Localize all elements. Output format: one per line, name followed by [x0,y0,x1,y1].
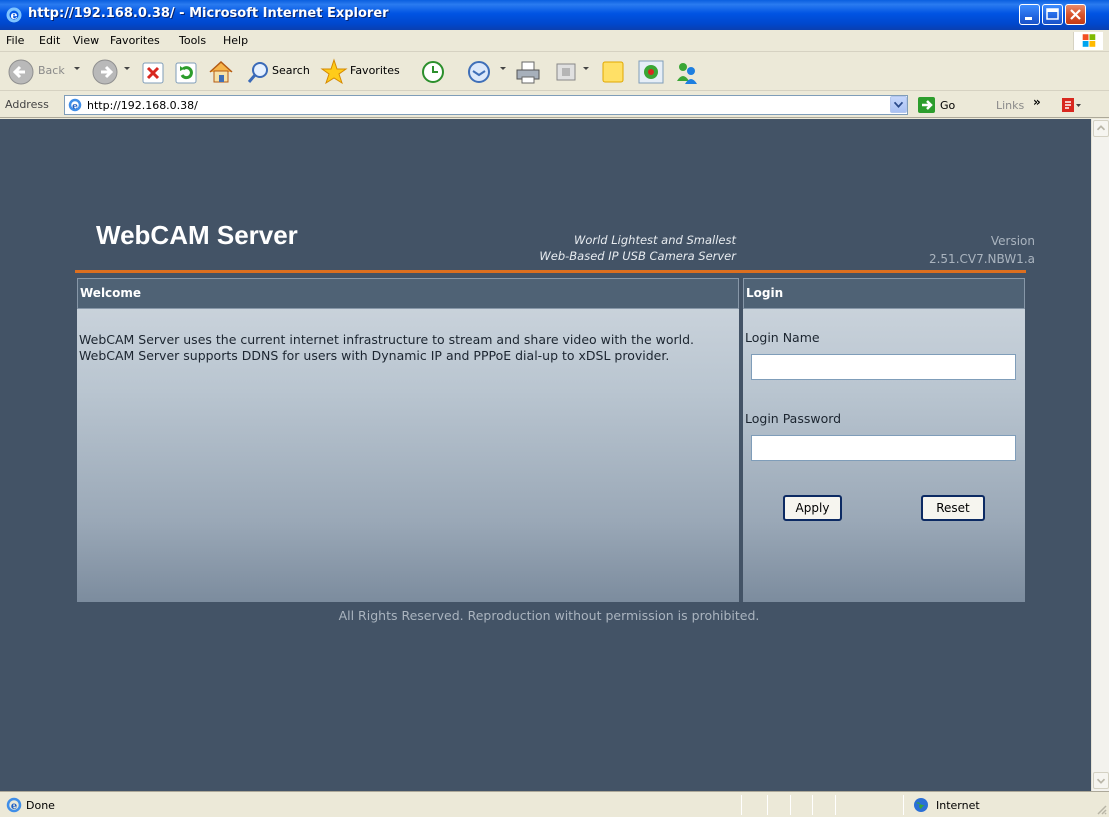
version-value: 2.51.CV7.NBW1.a [928,252,1035,266]
login-password-label: Login Password [745,411,842,426]
status-divider [812,795,813,815]
windows-flag-icon [1073,32,1103,50]
back-arrow-icon[interactable] [6,57,36,87]
status-divider [767,795,768,815]
page-viewport: WebCAM Server World Lightest and Smalles… [0,119,1091,791]
menu-tools[interactable]: Tools [179,34,206,47]
go-arrow-icon[interactable] [917,96,936,114]
login-panel: Login Login Name Login Password Apply Re… [743,278,1025,602]
scroll-up-icon[interactable] [1093,120,1109,137]
status-divider [790,795,791,815]
research-icon[interactable] [1060,96,1082,114]
tagline: World Lightest and Smallest Web-Based IP… [539,232,736,264]
status-divider [741,795,742,815]
menu-bar: File Edit View Favorites Tools Help [0,30,1109,52]
back-button-label[interactable]: Back [38,64,65,77]
page-done-icon: e [6,797,22,813]
reset-button[interactable]: Reset [921,495,985,521]
edit-page-icon[interactable] [553,57,579,87]
menu-edit[interactable]: Edit [39,34,60,47]
login-name-input[interactable] [751,354,1016,380]
back-dropdown-icon[interactable] [74,67,80,70]
version-info: Version 2.51.CV7.NBW1.a [929,232,1035,268]
search-button-label[interactable]: Search [272,64,310,77]
brand-title: WebCAM Server [96,220,298,250]
close-icon [1070,9,1081,20]
messenger-flower-icon[interactable] [636,57,666,87]
address-bar: Address e http://192.168.0.38/ Go Links … [0,92,1109,118]
scroll-down-icon[interactable] [1093,772,1109,789]
forward-dropdown-icon[interactable] [124,67,130,70]
menu-help[interactable]: Help [223,34,248,47]
apply-button[interactable]: Apply [783,495,842,521]
links-chevron-icon[interactable]: » [1033,95,1041,109]
tagline-line-2: Web-Based IP USB Camera Server [539,249,736,263]
menu-file[interactable]: File [6,34,24,47]
welcome-paragraph: WebCAM Server uses the current internet … [79,332,695,347]
status-divider [903,795,904,815]
notes-icon[interactable] [598,57,628,87]
address-label: Address [5,98,49,111]
welcome-panel-title: Welcome [77,278,739,309]
stop-icon[interactable] [140,57,166,87]
go-button-label[interactable]: Go [940,99,955,112]
vertical-scrollbar[interactable] [1091,119,1109,791]
edit-dropdown-icon[interactable] [583,67,589,70]
forward-arrow-icon[interactable] [90,57,120,87]
svg-text:e: e [11,801,17,812]
minimize-button[interactable] [1019,4,1040,25]
minimize-icon [1025,17,1032,20]
svg-text:e: e [11,9,18,22]
address-dropdown-icon[interactable] [890,96,907,113]
refresh-icon[interactable] [173,57,199,87]
login-panel-title: Login [743,278,1025,309]
welcome-panel: Welcome WebCAM Server uses the current i… [77,278,739,602]
home-icon[interactable] [206,57,236,87]
menu-favorites[interactable]: Favorites [110,34,160,47]
messenger-people-icon[interactable] [672,57,702,87]
security-zone-text: Internet [936,799,980,812]
status-bar: e Done Internet [0,791,1109,817]
maximize-button[interactable] [1042,4,1063,25]
resize-grip-icon[interactable] [1095,803,1107,815]
links-label[interactable]: Links [996,99,1024,112]
print-icon[interactable] [513,57,543,87]
search-icon[interactable] [246,57,270,87]
address-url[interactable]: http://192.168.0.38/ [87,99,198,112]
standard-toolbar: Back Search Favorites [0,53,1109,91]
svg-text:e: e [72,102,78,112]
maximize-icon [1046,8,1059,20]
login-password-input[interactable] [751,435,1016,461]
favorites-star-icon[interactable] [320,57,348,87]
favorites-button-label[interactable]: Favorites [350,64,400,77]
ie-icon: e [6,7,22,23]
address-input[interactable]: e http://192.168.0.38/ [64,95,908,115]
status-divider [835,795,836,815]
welcome-text: WebCAM Server uses the current internet … [79,332,734,364]
globe-icon [914,798,928,812]
status-text: Done [26,799,55,812]
tagline-line-1: World Lightest and Smallest [573,233,736,247]
footer-copyright: All Rights Reserved. Reproduction withou… [338,608,760,623]
mail-dropdown-icon[interactable] [500,67,506,70]
version-label: Version [990,234,1035,248]
menu-view[interactable]: View [73,34,99,47]
close-button[interactable] [1065,4,1086,25]
header-divider [75,270,1026,273]
window-title-bar[interactable]: e http://192.168.0.38/ - Microsoft Inter… [0,0,1109,30]
welcome-paragraph: WebCAM Server supports DDNS for users wi… [79,348,670,363]
window-title: http://192.168.0.38/ - Microsoft Interne… [28,6,389,21]
page-ie-icon: e [68,98,82,112]
mail-icon[interactable] [463,57,499,87]
history-icon[interactable] [418,57,448,87]
login-name-label: Login Name [745,330,820,345]
